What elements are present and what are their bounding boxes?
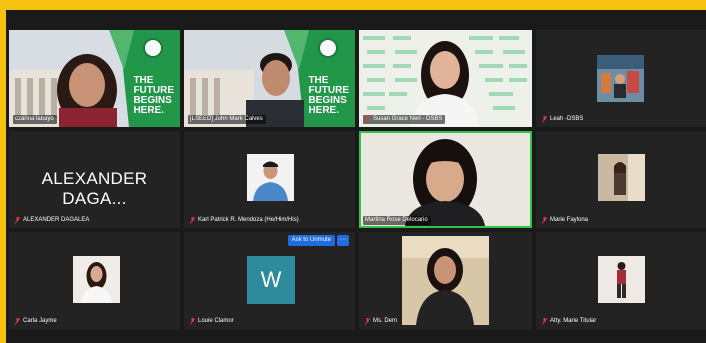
video-tile[interactable]: Carla Jayme — [9, 232, 180, 329]
mic-muted-icon — [190, 318, 195, 325]
participant-video: THE FUTURE BEGINS HERE. — [184, 30, 355, 127]
school-seal-logo — [318, 38, 338, 58]
more-options-button[interactable]: ··· — [337, 235, 349, 246]
participant-name: Leah -DSBS — [540, 115, 586, 124]
video-tile[interactable]: THE FUTURE BEGINS HERE. [LSEED] John Mark C… — [184, 30, 355, 127]
video-tile[interactable]: Karl Patrick R. Mendoza (He/Him/His) — [184, 131, 355, 228]
participant-video: THE FUTURE BEGINS HERE. — [9, 30, 180, 127]
participant-name: ALEXANDER DAGALEA — [13, 216, 92, 225]
banner-text: THE FUTURE BEGINS HERE. — [308, 75, 349, 116]
avatar: W — [247, 256, 295, 304]
participant-video — [597, 55, 644, 102]
school-seal-logo — [143, 38, 163, 58]
mic-muted-icon — [365, 318, 370, 325]
participant-name: Marie Faylona — [540, 216, 591, 225]
video-tile[interactable]: Ms. Dem — [359, 232, 532, 329]
participant-video — [598, 154, 645, 201]
mic-muted-icon — [542, 217, 547, 224]
participant-name: Ms. Dem — [363, 317, 400, 326]
participant-name: czarina labayo — [13, 115, 57, 124]
participant-video — [402, 236, 489, 325]
video-tile[interactable]: Leah -DSBS — [536, 30, 706, 127]
participant-video — [73, 256, 120, 303]
participant-name: Susan Grace Neri - DSBS — [363, 115, 446, 124]
participant-name: Louie Clamor — [188, 317, 237, 326]
participant-name: Karl Patrick R. Mendoza (He/Him/His) — [188, 216, 302, 225]
video-tile[interactable]: ALEXANDER DAGA... ALEXANDER DAGALEA — [9, 131, 180, 228]
video-tile[interactable]: Atty. Marie Titular — [536, 232, 706, 329]
participant-name: Martina Rose Delocario — [363, 216, 431, 225]
video-tile[interactable]: Marie Faylona — [536, 131, 706, 228]
mic-muted-icon — [15, 318, 20, 325]
participant-name: [LSEED] John Mark Calves — [188, 115, 266, 124]
participant-video — [359, 30, 532, 127]
mic-muted-icon — [190, 217, 195, 224]
mic-muted-icon — [542, 116, 547, 123]
mic-muted-icon — [15, 217, 20, 224]
video-tile[interactable]: Ask to Unmute ··· W Louie Clamor — [184, 232, 355, 329]
video-tile[interactable]: Susan Grace Neri - DSBS — [359, 30, 532, 127]
video-tile[interactable]: THE FUTURE BEGINS HERE. czarina labayo — [9, 30, 180, 127]
participant-video — [361, 133, 530, 226]
mic-muted-icon — [365, 116, 370, 123]
participant-display-name: ALEXANDER DAGA... — [41, 169, 148, 208]
video-tile-active-speaker[interactable]: Martina Rose Delocario — [359, 131, 532, 228]
ask-to-unmute-button[interactable]: Ask to Unmute — [287, 235, 335, 246]
mic-muted-icon — [542, 318, 547, 325]
banner-text: THE FUTURE BEGINS HERE. — [133, 75, 174, 116]
participant-name: Carla Jayme — [13, 317, 60, 326]
video-gallery: THE FUTURE BEGINS HERE. czarina labayo THE F… — [6, 10, 706, 343]
participant-video — [247, 154, 294, 201]
participant-video — [598, 256, 645, 303]
participant-name: Atty. Marie Titular — [540, 317, 599, 326]
